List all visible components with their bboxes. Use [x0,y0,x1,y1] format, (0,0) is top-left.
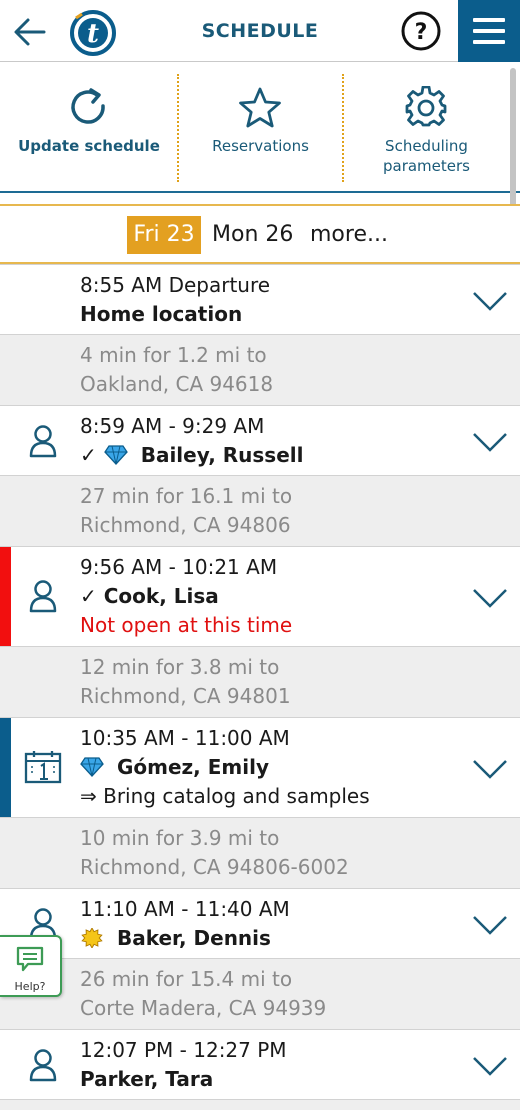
appointment-item[interactable]: 8:59 AM - 9:29 AM ✓ Bailey, Russell [0,405,520,475]
checkmark: ✓ [80,584,97,608]
item-time: 9:56 AM - 10:21 AM [80,555,278,579]
item-name: Home location [80,302,243,326]
hamburger-menu-button[interactable] [458,0,520,62]
customer-name: Cook, Lisa [103,584,219,608]
travel-destination: Richmond, CA 94801 [80,684,291,708]
person-icon [29,1049,57,1082]
app-logo: t [70,10,116,56]
customer-name: Baker, Dennis [116,926,271,950]
chevron-down-icon[interactable] [472,914,508,936]
item-name-line: ✓ Cook, Lisa [80,582,219,611]
update-schedule-button[interactable]: Update schedule [0,62,178,190]
travel-segment: 4 min for 1.2 mi to Oakland, CA 94618 [0,334,520,405]
checkmark: ✓ [80,443,97,467]
travel-duration: 26 min for 15.4 mi to [80,967,293,991]
day-tab[interactable]: Mon 26 [212,216,293,254]
item-time: 8:55 AM Departure [80,273,271,297]
travel-destination: Richmond, CA 94806-6002 [80,855,349,879]
warning-stripe [0,547,11,646]
more-days-link[interactable]: more... [310,216,388,254]
item-name: Parker, Tara [80,1067,214,1091]
refresh-icon [71,88,105,124]
travel-destination: Richmond, CA 94806 [80,513,291,537]
item-name-line: Gómez, Emily [80,753,269,782]
travel-destination: Oakland, CA 94618 [80,372,274,396]
travel-duration: 10 min for 3.9 mi to [80,826,280,850]
travel-destination: Corte Madera, CA 94939 [80,996,327,1020]
sun-badge-icon [81,928,103,948]
scheduling-parameters-label: Scheduling parameters [343,136,510,176]
chevron-down-icon[interactable] [472,1055,508,1077]
travel-segment: 12 min for 3.8 mi to Richmond, CA 94801 [0,646,520,717]
chevron-down-icon[interactable] [472,587,508,609]
travel-segment [0,1099,520,1110]
travel-segment: 26 min for 15.4 mi to Corte Madera, CA 9… [0,958,520,1029]
travel-segment: 10 min for 3.9 mi to Richmond, CA 94806-… [0,817,520,888]
travel-duration: 4 min for 1.2 mi to [80,343,267,367]
help-symbol: ? [415,20,428,45]
update-schedule-label: Update schedule [18,137,160,155]
appointment-stripe [0,718,11,817]
appointment-item[interactable]: 10:35 AM - 11:00 AM Gómez, Emily ⇒ Bring… [0,717,520,817]
person-icon [29,580,57,613]
page-title: SCHEDULE [201,20,319,42]
reservations-button[interactable]: Reservations [178,62,343,190]
chevron-down-icon[interactable] [472,431,508,453]
reservations-label: Reservations [212,137,309,155]
app-header: t SCHEDULE ? [0,0,520,62]
appointment-item[interactable]: 9:56 AM - 10:21 AM ✓ Cook, Lisa Not open… [0,546,520,646]
travel-duration: 27 min for 16.1 mi to [80,484,293,508]
appointment-item[interactable]: 12:07 PM - 12:27 PM Parker, Tara [0,1029,520,1099]
star-icon [239,87,281,128]
item-time: 12:07 PM - 12:27 PM [80,1038,287,1062]
params-label-line-1: Scheduling [385,137,468,155]
item-time: 10:35 AM - 11:00 AM [80,726,290,750]
help-chat-button[interactable]: Help? [0,935,62,997]
chevron-down-icon[interactable] [472,290,508,312]
day-tab-selected[interactable]: Fri 23 [127,216,201,254]
scheduling-parameters-button[interactable]: Scheduling parameters [343,62,510,190]
logo-letter: t [87,19,99,49]
calendar-icon [24,751,62,784]
gear-icon [405,86,447,127]
travel-duration: 12 min for 3.8 mi to [80,655,280,679]
person-icon [29,425,57,458]
schedule-item-departure[interactable]: 8:55 AM Departure Home location [0,264,520,334]
appointment-item[interactable]: 11:10 AM - 11:40 AM Baker, Dennis [0,888,520,958]
customer-name: Gómez, Emily [116,755,269,779]
day-selector: Fri 23 Mon 26 more... [0,204,520,264]
help-label: Help? [14,980,46,993]
item-name-line: Baker, Dennis [80,924,271,953]
menu-bar [473,29,505,33]
customer-name: Bailey, Russell [140,443,304,467]
toolbar: Update schedule Reservations Scheduling … [0,62,520,193]
chat-bubble-icon [16,946,44,972]
diamond-icon [103,445,128,465]
back-arrow-icon[interactable] [12,14,48,50]
item-time: 8:59 AM - 9:29 AM [80,414,265,438]
warning-text: Not open at this time [80,613,293,637]
menu-bar [473,40,505,44]
help-icon[interactable]: ? [400,10,442,52]
params-label-line-2: parameters [382,157,470,175]
appointment-note: ⇒ Bring catalog and samples [80,784,370,808]
item-time: 11:10 AM - 11:40 AM [80,897,290,921]
diamond-icon [80,757,104,777]
chevron-down-icon[interactable] [472,758,508,780]
menu-bar [473,18,505,22]
item-name-line: ✓ Bailey, Russell [80,441,304,470]
travel-segment: 27 min for 16.1 mi to Richmond, CA 94806 [0,475,520,546]
